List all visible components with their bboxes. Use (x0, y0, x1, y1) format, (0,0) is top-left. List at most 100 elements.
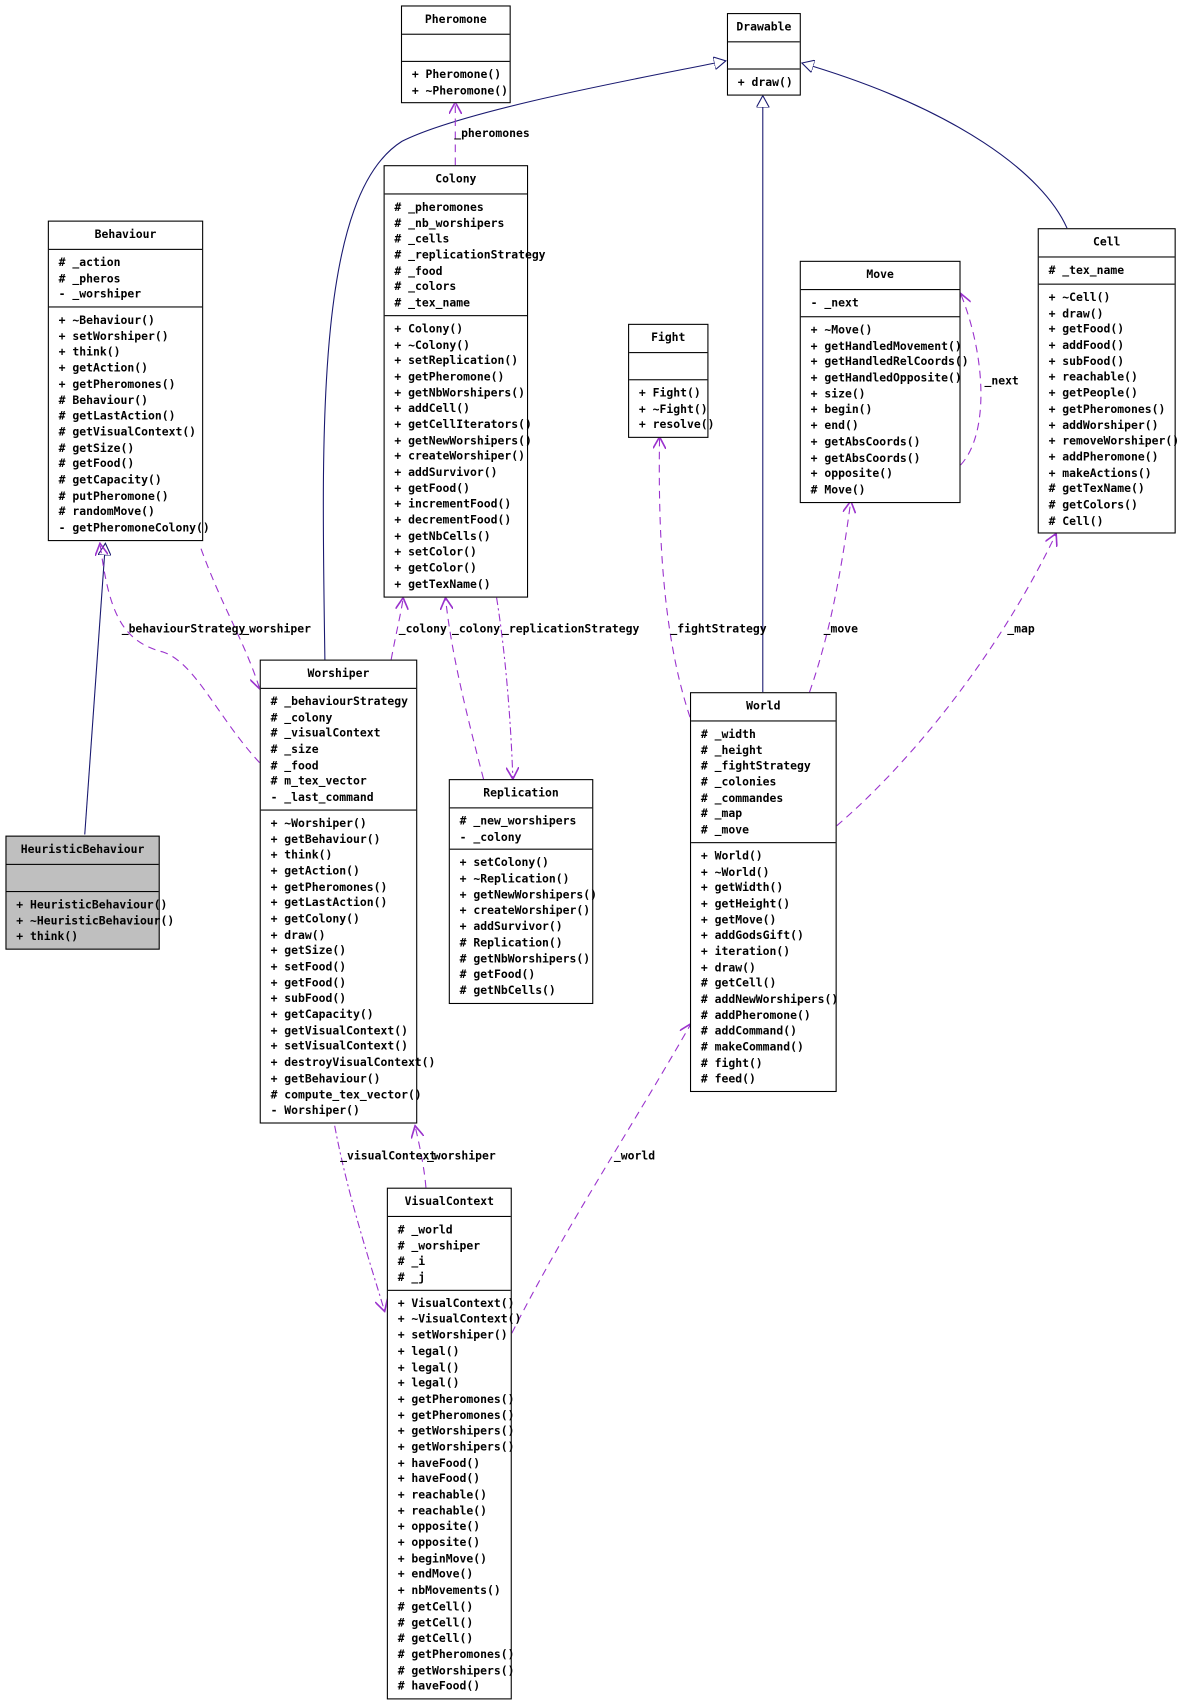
operation-row: + ~VisualContext() (397, 1313, 522, 1327)
operation-row: + ~Behaviour() (58, 314, 155, 328)
attribute-row: # _commandes (700, 791, 784, 805)
operations-compartment: + HeuristicBehaviour() + ~HeuristicBehavi… (7, 892, 175, 949)
class-world[interactable]: World # _width # _height # _fightStrategy # … (689, 692, 838, 1093)
class-visual-context[interactable]: VisualContext # _world # _worshiper # _i # _… (386, 1187, 522, 1700)
operation-row: + setColony() (459, 856, 549, 870)
class-drawable[interactable]: Drawable + draw() (726, 13, 801, 96)
operation-row: + reachable() (397, 1488, 488, 1502)
operation-row: + getNewWorshipers() (459, 888, 598, 902)
operation-row: + ~HeuristicBehaviour() (16, 914, 175, 928)
attributes-compartment: - _next (800, 290, 960, 318)
operations-compartment: + ~Cell() + draw() + getFood() + addFood() +… (1039, 285, 1179, 533)
class-name: Worshiper (260, 661, 417, 689)
operation-row: # getCell() (397, 1600, 474, 1614)
attribute-row: # _colonies (700, 775, 777, 789)
class-fight[interactable]: Fight + Fight() + ~Fight() + resolve() (628, 323, 714, 438)
class-cell[interactable]: Cell # _tex_name + ~Cell() + draw() + getFoo… (1037, 228, 1179, 534)
class-name: Fight (629, 325, 708, 354)
operation-row: + ~Fight() (638, 402, 708, 416)
edge-visualcontext-world (511, 1024, 691, 1334)
class-colony[interactable]: Colony # _pheromones # _nb_worshipers # _ce… (383, 165, 546, 598)
operation-row: # getPheromones() (397, 1648, 515, 1662)
attribute-row: # _map (700, 807, 743, 821)
attribute-row: # _action (58, 256, 121, 270)
operations-compartment: + setColony() + ~Replication() + getNewWor… (450, 850, 598, 1002)
operation-row: + getFood() (1048, 323, 1125, 337)
operation-row: + draw() (737, 76, 793, 90)
operation-row: + getPheromones() (397, 1392, 515, 1406)
operation-row: # getNbWorshipers() (459, 952, 591, 966)
operation-row: + opposite() (810, 467, 894, 481)
class-replication[interactable]: Replication # _new_worshipers - _colony + s… (448, 779, 598, 1004)
operation-row: + begin() (810, 403, 873, 417)
edge-label-move: _move (823, 622, 858, 636)
operation-row: + addCell() (394, 402, 471, 416)
operation-row: + getPheromones() (397, 1408, 515, 1422)
operations-compartment: + World() + ~World() + getWidth() + getHeig… (691, 843, 838, 1091)
class-behaviour[interactable]: Behaviour # _action # _pheros - _worshiper +… (47, 220, 210, 541)
operation-row: # getNbCells() (459, 984, 556, 998)
operation-row: + addSurvivor() (394, 466, 498, 480)
operation-row: # getLastAction() (58, 409, 176, 423)
edge-label-replication-strategy: _replicationStrategy (502, 622, 640, 636)
operation-row: + getFood() (270, 976, 347, 990)
class-heuristic-behaviour[interactable]: HeuristicBehaviour + HeuristicBehaviour()… (5, 835, 175, 950)
edge-label-world: _world (613, 1149, 656, 1163)
operation-row: + subFood() (270, 992, 347, 1006)
operation-row: + reachable() (397, 1504, 488, 1518)
attributes-compartment: # _width # _height # _fightStrategy # _colo… (691, 722, 836, 843)
attribute-row: # _colors (394, 280, 457, 294)
attributes-compartment: # _pheromones # _nb_worshipers # _cells # _… (384, 195, 546, 316)
operation-row: + ~Move() (810, 323, 873, 337)
operation-row: + getPeople() (1048, 386, 1138, 401)
operation-row: + legal() (397, 1360, 460, 1375)
operation-row: + beginMove() (397, 1552, 488, 1566)
operation-row: + haveFood() (397, 1456, 481, 1470)
operation-row: + ~World() (700, 865, 770, 879)
attribute-row: # _pheros (58, 272, 121, 286)
operation-row: + opposite() (397, 1520, 481, 1534)
operation-row: + getPheromones() (58, 377, 176, 391)
edge-world-fight (659, 437, 691, 718)
edge-label-map: _map (1007, 622, 1035, 636)
operation-row: + getAction() (270, 864, 360, 878)
operation-row: # feed() (700, 1072, 756, 1086)
operation-row: + setFood() (270, 960, 347, 974)
operation-row: + getSize() (270, 944, 347, 958)
operation-row: # randomMove() (58, 505, 155, 519)
operation-row: # getFood() (459, 968, 536, 982)
class-worshiper[interactable]: Worshiper # _behaviourStrategy # _colony # … (259, 659, 435, 1124)
attribute-row: # _behaviourStrategy (270, 695, 408, 709)
operation-row: + ~Replication() (459, 872, 570, 886)
operation-row: # getColors() (1048, 498, 1138, 512)
class-name: Move (800, 262, 960, 291)
edge-cell-drawable (802, 63, 1068, 229)
operation-row: + addSurvivor() (459, 920, 563, 934)
operation-row: + Pheromone() (411, 68, 502, 82)
operation-row: + iteration() (700, 945, 791, 959)
operation-row: + getHandledMovement() (810, 339, 962, 353)
class-name: Behaviour (48, 222, 203, 250)
operations-compartment: + Pheromone() + ~Pheromone() (402, 62, 510, 103)
edge-label-colony-replication: _colony (452, 622, 501, 636)
operation-row: + createWorshiper() (394, 450, 525, 464)
attribute-row: # _size (270, 743, 319, 757)
class-pheromone[interactable]: Pheromone + Pheromone() + ~Pheromone() (400, 5, 511, 104)
class-move[interactable]: Move - _next + ~Move() + getHandledMovement… (799, 260, 969, 503)
operation-row: + getTexName() (394, 577, 491, 591)
operation-row: # makeCommand() (700, 1041, 804, 1055)
operation-row: + getVisualContext() (270, 1024, 408, 1038)
operation-row: + getColony() (270, 912, 360, 926)
edge-label-fight-strategy: _fightStrategy (670, 622, 767, 636)
attributes-compartment (728, 42, 800, 70)
operation-row: + getCapacity() (270, 1008, 374, 1022)
edge-label-worshiper-behaviour: _worshiper (242, 622, 312, 636)
operation-row: + end() (810, 419, 859, 433)
operation-row: + getCellIterators() (394, 418, 532, 432)
operation-row: + getHeight() (700, 897, 791, 911)
operation-row: + ~Cell() (1048, 291, 1111, 305)
class-name: Cell (1038, 229, 1175, 258)
operation-row: + draw() (270, 928, 326, 942)
operation-row: # Replication() (459, 936, 563, 950)
attribute-row: # _i (397, 1255, 426, 1269)
